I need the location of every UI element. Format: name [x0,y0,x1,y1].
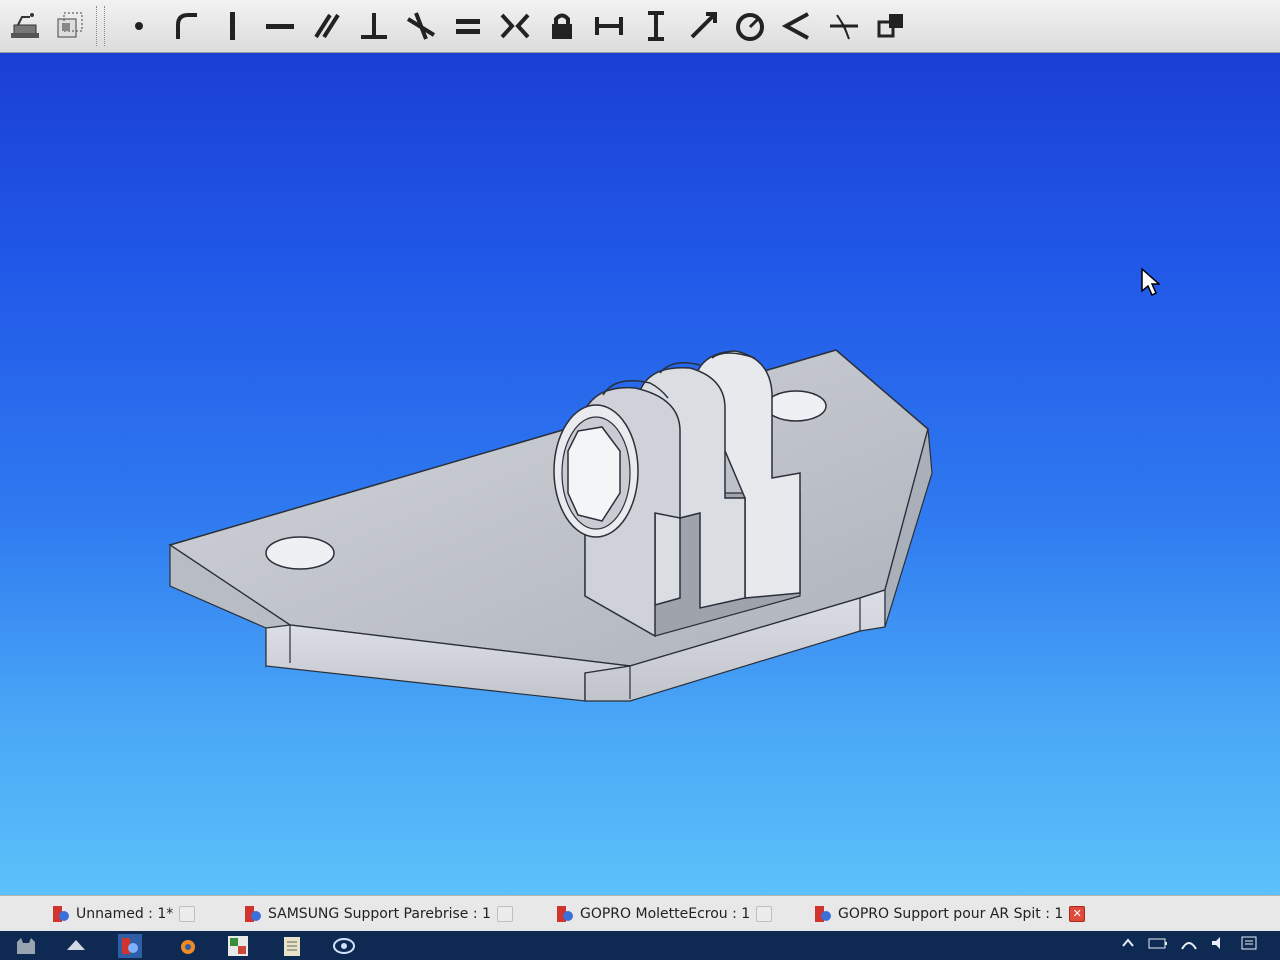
mouse-pointer-icon [1141,267,1160,297]
browser-icon[interactable] [332,934,356,958]
freecad-taskbar-icon[interactable] [118,934,142,958]
toolbar-separator [104,6,107,46]
horizontal-distance-icon[interactable] [590,6,628,46]
toggle-construction-icon[interactable] [872,6,910,46]
tab-label: Unnamed : 1* [76,906,174,922]
cat-icon[interactable] [14,934,38,958]
tab-label: GOPRO Support pour AR Spit : 1 [838,906,1064,922]
tangent-line-icon[interactable] [402,6,440,46]
close-tab-icon[interactable]: ✕ [1069,906,1086,922]
volume-icon[interactable] [1210,935,1228,951]
blender-icon[interactable] [174,934,198,958]
close-tab-icon[interactable] [756,906,773,922]
3d-viewport[interactable] [0,53,1280,895]
tab-unnamed[interactable]: Unnamed : 1* [52,900,196,928]
radius-icon[interactable] [731,6,769,46]
tab-label: GOPRO MoletteEcrou : 1 [580,906,751,922]
lock-icon[interactable] [543,6,581,46]
tab-label: SAMSUNG Support Parebrise : 1 [268,906,491,922]
taskbar [0,931,1280,960]
chevron-up-icon[interactable] [1120,935,1136,951]
mounting-hole [765,390,827,422]
close-tab-icon[interactable] [179,906,196,922]
angle-icon[interactable] [778,6,816,46]
vertical-distance-icon[interactable] [637,6,675,46]
sketcher-icon[interactable] [6,6,44,46]
toolbar-separator [96,6,99,46]
wifi-icon[interactable] [1180,935,1198,951]
notepad-icon[interactable] [280,934,304,958]
sketcher-toolbar [0,0,1280,53]
equal-icon[interactable] [449,6,487,46]
point-on-object-icon[interactable] [120,6,158,46]
symmetric-icon[interactable] [496,6,534,46]
tab-gopro-molette[interactable]: GOPRO MoletteEcrou : 1 [556,900,773,928]
distance-icon[interactable] [684,6,722,46]
tangent-icon[interactable] [167,6,205,46]
tab-samsung-support[interactable]: SAMSUNG Support Parebrise : 1 [244,900,513,928]
close-tab-icon[interactable] [496,906,513,922]
freecad-icon [815,906,831,922]
horizontal-icon[interactable] [261,6,299,46]
gopro-mount-model [168,349,933,702]
parallel-icon[interactable] [308,6,346,46]
battery-icon[interactable] [1148,935,1168,951]
vertical-icon[interactable] [214,6,252,46]
view-sketch-icon[interactable] [50,6,88,46]
snell-law-icon[interactable] [825,6,863,46]
document-tabs: Unnamed : 1* SAMSUNG Support Parebrise :… [0,895,1280,932]
mounting-hole [265,536,335,570]
freecad-icon [557,906,573,922]
tab-gopro-support-active[interactable]: GOPRO Support pour AR Spit : 1 ✕ [814,900,1086,928]
notifications-icon[interactable] [1240,935,1258,951]
freecad-icon [53,906,69,922]
freecad-window: Unnamed : 1* SAMSUNG Support Parebrise :… [0,0,1280,960]
freecad-icon [245,906,261,922]
perpendicular-icon[interactable] [355,6,393,46]
photos-icon[interactable] [226,934,250,958]
eject-icon[interactable] [64,934,88,958]
system-tray [1120,935,1258,951]
